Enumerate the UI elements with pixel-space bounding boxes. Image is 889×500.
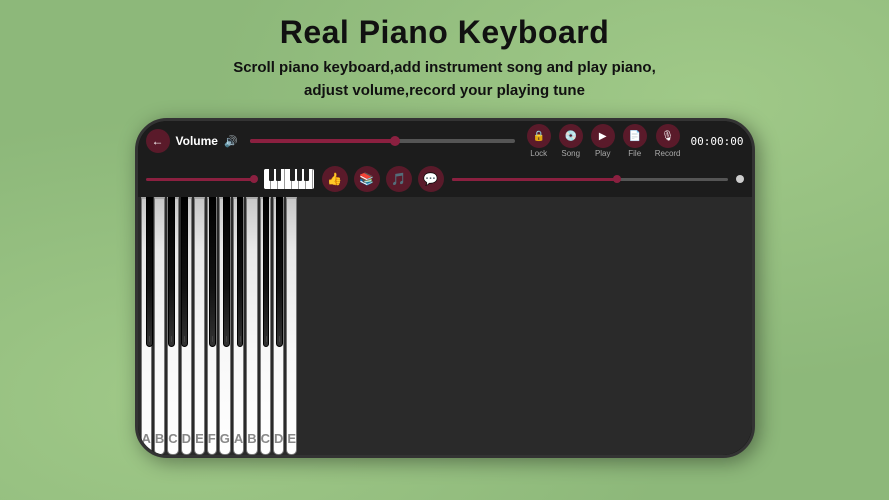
- phone-frame: ← Volume 🔊 🔒 Lock 💿 Song: [135, 118, 755, 458]
- song-button[interactable]: 💿 Song: [559, 124, 583, 158]
- dot-indicator: [736, 175, 744, 183]
- white-key-a1[interactable]: A: [141, 197, 152, 455]
- record-button[interactable]: 🎙 Record: [655, 124, 681, 158]
- volume-icon: 🔊: [224, 135, 238, 148]
- instrument-slider-right[interactable]: [452, 178, 728, 181]
- page-subtitle: Scroll piano keyboard,add instrument son…: [233, 57, 656, 102]
- music-button[interactable]: 🎵: [386, 166, 412, 192]
- white-key-e2[interactable]: E: [286, 197, 297, 455]
- file-button[interactable]: 📄 File: [623, 124, 647, 158]
- instrument-slider-left[interactable]: [146, 178, 256, 181]
- timer-display: 00:00:00: [691, 135, 744, 148]
- lock-button[interactable]: 🔒 Lock: [527, 124, 551, 158]
- slider-right-fill: [452, 178, 618, 181]
- play-button[interactable]: ▶ Play: [591, 124, 615, 158]
- book-button[interactable]: 📚: [354, 166, 380, 192]
- volume-label: Volume: [176, 134, 218, 148]
- piano-wrapper: A B C D E F: [138, 197, 301, 455]
- white-key-d1[interactable]: D: [181, 197, 192, 455]
- white-key-f1[interactable]: F: [207, 197, 217, 455]
- top-icons: 🔒 Lock 💿 Song ▶ Play 📄 File: [527, 124, 681, 158]
- white-key-d2[interactable]: D: [273, 197, 284, 455]
- piano-area: A B C D E F: [138, 197, 752, 455]
- lock-icon: 🔒: [527, 124, 551, 148]
- white-key-c1[interactable]: C: [167, 197, 178, 455]
- back-button[interactable]: ←: [146, 129, 170, 153]
- volume-slider[interactable]: [250, 139, 515, 143]
- middle-icons: 👍 📚 🎵 💬: [322, 166, 444, 192]
- white-key-e1[interactable]: E: [194, 197, 205, 455]
- file-icon: 📄: [623, 124, 647, 148]
- slider-thumb-left: [250, 175, 258, 183]
- keyboard-mini-icon: [264, 169, 314, 189]
- volume-slider-thumb: [390, 136, 400, 146]
- white-key-a2[interactable]: A: [233, 197, 244, 455]
- white-key-b2[interactable]: B: [246, 197, 257, 455]
- phone-button: [753, 271, 755, 311]
- middle-bar: 👍 📚 🎵 💬: [138, 161, 752, 197]
- thumbsup-button[interactable]: 👍: [322, 166, 348, 192]
- app-screen: ← Volume 🔊 🔒 Lock 💿 Song: [138, 121, 752, 455]
- record-icon: 🎙: [656, 124, 680, 148]
- white-key-g1[interactable]: G: [219, 197, 231, 455]
- volume-slider-track: [250, 139, 396, 143]
- slider-thumb-right: [613, 175, 621, 183]
- song-icon: 💿: [559, 124, 583, 148]
- chat-button[interactable]: 💬: [418, 166, 444, 192]
- play-icon: ▶: [591, 124, 615, 148]
- white-key-b1[interactable]: B: [154, 197, 165, 455]
- white-key-c2[interactable]: C: [260, 197, 271, 455]
- top-bar: ← Volume 🔊 🔒 Lock 💿 Song: [138, 121, 752, 161]
- page-title: Real Piano Keyboard: [280, 14, 610, 51]
- page-content: Real Piano Keyboard Scroll piano keyboar…: [0, 0, 889, 500]
